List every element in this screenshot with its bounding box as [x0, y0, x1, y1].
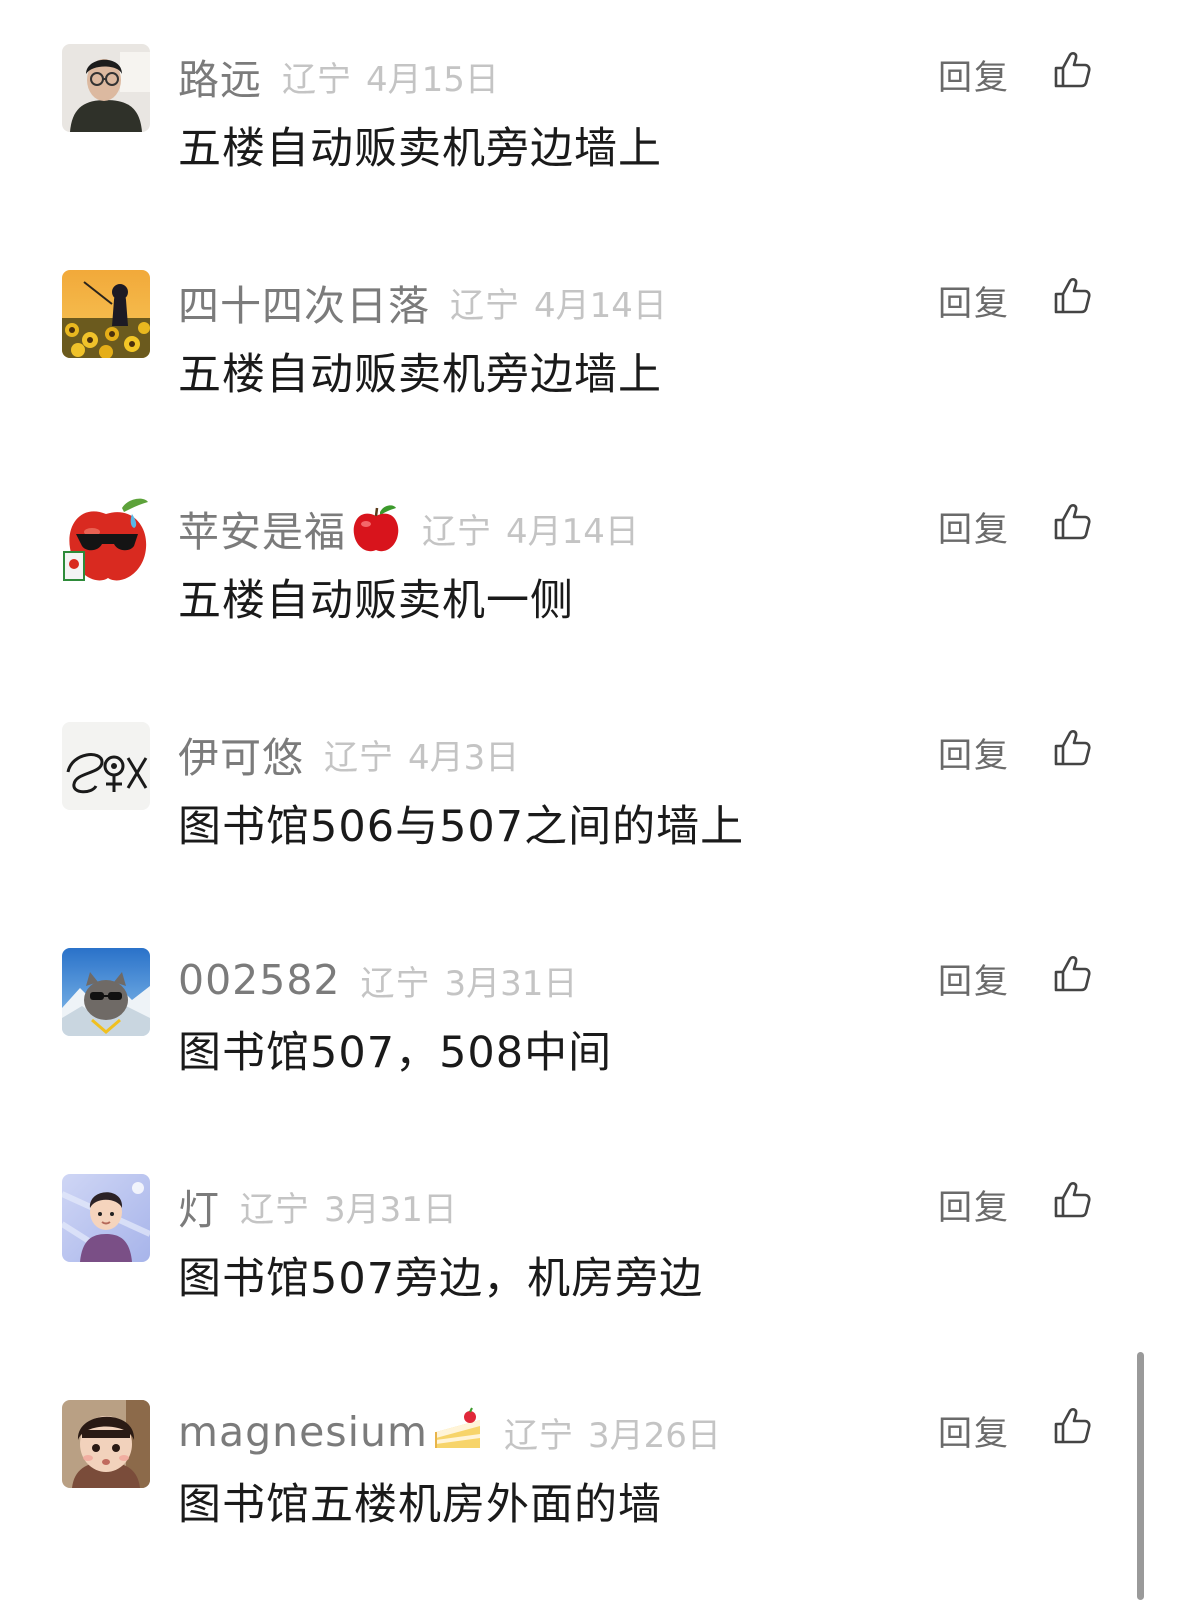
username[interactable]: 002582: [178, 956, 341, 1004]
ip-region: 辽宁: [240, 1189, 310, 1230]
reply-button[interactable]: 回复: [938, 954, 1010, 1003]
comment-item: 苹安是福 辽宁 4月14日 五楼自动贩卖机一侧 回复: [0, 452, 1178, 678]
user-avatar[interactable]: [62, 1400, 150, 1488]
ip-region: 辽宁: [324, 737, 394, 778]
thumbs-up-icon[interactable]: [1052, 50, 1092, 90]
thumbs-up-icon[interactable]: [1052, 1180, 1092, 1220]
comment-text: 五楼自动贩卖机旁边墙上: [178, 350, 662, 400]
comment-meta: 灯 辽宁 3月31日: [178, 1176, 457, 1236]
user-avatar[interactable]: [62, 496, 150, 584]
ip-region: 辽宁: [282, 59, 352, 100]
comment-date: 4月3日: [408, 737, 520, 778]
comment-meta: 伊可悠 辽宁 4月3日: [178, 724, 519, 784]
ip-region: 辽宁: [503, 1415, 574, 1456]
username[interactable]: 灯: [178, 1176, 220, 1236]
thumbs-up-icon[interactable]: [1052, 1406, 1092, 1446]
thumbs-up-icon[interactable]: [1052, 954, 1092, 994]
comment-item: 002582 辽宁 3月31日 图书馆507，508中间 回复: [0, 904, 1178, 1130]
ip-region: 辽宁: [360, 963, 431, 1004]
comment-date: 4月14日: [506, 511, 639, 552]
comment-date: 3月26日: [587, 1415, 721, 1456]
user-avatar[interactable]: [62, 270, 150, 358]
user-avatar[interactable]: [62, 1174, 150, 1262]
reply-button[interactable]: 回复: [938, 1406, 1010, 1455]
comment-text: 图书馆506与507之间的墙上: [178, 802, 745, 852]
comment-item: magnesium 辽宁 3月26日 图书馆五楼机房外面的墙 回复: [0, 1356, 1178, 1582]
comment-item: 灯 辽宁 3月31日 图书馆507旁边，机房旁边 回复: [0, 1130, 1178, 1356]
comment-text: 图书馆507，508中间: [178, 1028, 613, 1078]
user-avatar[interactable]: [62, 722, 150, 810]
reply-button[interactable]: 回复: [938, 502, 1010, 551]
comment-item: 伊可悠 辽宁 4月3日 图书馆506与507之间的墙上 回复: [0, 678, 1178, 904]
user-avatar[interactable]: [62, 948, 150, 1036]
thumbs-up-icon[interactable]: [1052, 728, 1092, 768]
thumbs-up-icon[interactable]: [1052, 502, 1092, 542]
comment-text: 五楼自动贩卖机一侧: [178, 576, 574, 626]
user-avatar[interactable]: [62, 44, 150, 132]
reply-button[interactable]: 回复: [938, 1180, 1010, 1229]
comment-text: 图书馆507旁边，机房旁边: [178, 1254, 704, 1304]
cake-emoji: [432, 1406, 484, 1458]
comment-item: 路远 辽宁 4月15日 五楼自动贩卖机旁边墙上 回复: [0, 0, 1178, 226]
username[interactable]: 四十四次日落: [178, 272, 430, 332]
username[interactable]: 苹安是福: [178, 498, 346, 558]
reply-button[interactable]: 回复: [938, 276, 1010, 325]
username[interactable]: 伊可悠: [178, 724, 304, 784]
comment-date: 3月31日: [444, 963, 578, 1004]
comment-date: 4月15日: [366, 59, 499, 100]
comment-meta: 四十四次日落 辽宁 4月14日: [178, 272, 667, 332]
comment-text: 五楼自动贩卖机旁边墙上: [178, 124, 662, 174]
ip-region: 辽宁: [422, 511, 492, 552]
ip-region: 辽宁: [450, 285, 520, 326]
username[interactable]: 路远: [178, 46, 262, 106]
comment-item: 四十四次日落 辽宁 4月14日 五楼自动贩卖机旁边墙上 回复: [0, 226, 1178, 452]
comment-date: 3月31日: [324, 1189, 457, 1230]
comment-meta: 路远 辽宁 4月15日: [178, 46, 499, 106]
comment-meta: 002582 辽宁 3月31日: [178, 950, 577, 1010]
apple-emoji: [350, 502, 402, 554]
comment-meta: magnesium 辽宁 3月26日: [178, 1402, 721, 1462]
comment-meta: 苹安是福 辽宁 4月14日: [178, 498, 639, 558]
comment-date: 4月14日: [534, 285, 667, 326]
comment-text: 图书馆五楼机房外面的墙: [178, 1480, 662, 1530]
reply-button[interactable]: 回复: [938, 50, 1010, 99]
scrollbar[interactable]: [1137, 1352, 1144, 1600]
reply-button[interactable]: 回复: [938, 728, 1010, 777]
thumbs-up-icon[interactable]: [1052, 276, 1092, 316]
username[interactable]: magnesium: [178, 1408, 428, 1456]
